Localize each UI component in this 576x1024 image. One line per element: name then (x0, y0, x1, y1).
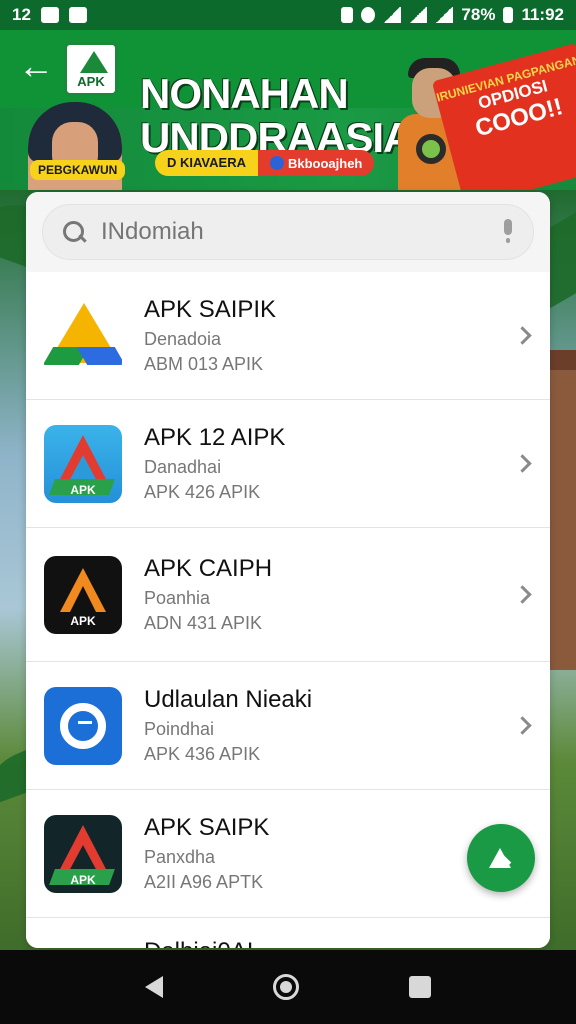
app-name: APK CAIPH (144, 554, 273, 582)
apk-icon-label: APK (70, 613, 96, 628)
status-left: 12 (12, 5, 87, 25)
battery-icon (503, 7, 514, 23)
app-developer: Danadhai (144, 456, 222, 477)
vibrate-icon (341, 7, 354, 23)
list-item[interactable]: APK APK CAIPH Poanhia ADN 431 APIK (26, 528, 550, 662)
chevron-right-icon (516, 326, 530, 346)
search-input[interactable] (101, 218, 487, 246)
app-name: Udlaulan Nieaki (144, 685, 313, 713)
list-item[interactable]: Dalhiai0AI (26, 918, 550, 948)
chevron-right-icon (516, 585, 530, 605)
signal-icon-2 (435, 7, 454, 23)
battery-percent: 78% (461, 5, 496, 24)
list-item-text: APK CAIPH Poanhia ADN 431 APIK (144, 554, 550, 636)
nav-home-icon[interactable] (273, 974, 299, 1000)
alarm-icon (361, 7, 376, 23)
app-meta: ABM 013 APIK (144, 353, 264, 374)
search-icon (61, 219, 87, 245)
search-container (26, 192, 550, 272)
chevron-right-icon (516, 454, 530, 474)
apk-dark-icon: APK (44, 814, 122, 893)
list-item-text: APK SAIPIK Denadoia ABM 013 APIK (144, 295, 550, 377)
list-item-text: Udlaulan Nieaki Poindhai APK 436 APIK (144, 685, 550, 767)
apk-black-icon: APK (44, 555, 122, 634)
list-item-text: Dalhiai0AI (144, 937, 550, 949)
search-bar[interactable] (42, 204, 534, 260)
ring-shape (416, 134, 446, 164)
apk-logo-icon: APK (64, 42, 118, 96)
banner-pill-left: D KIAVAERA (155, 150, 258, 176)
chevron-right-icon (516, 716, 530, 736)
apk-icon-label: APK (70, 482, 96, 497)
nav-back-icon[interactable] (145, 976, 163, 998)
app-name: APK 12 AIPK (144, 423, 286, 451)
list-item[interactable]: Udlaulan Nieaki Poindhai APK 436 APIK (26, 662, 550, 790)
check-badge-icon (269, 156, 284, 170)
apk-blue-icon: APK (44, 424, 122, 503)
list-item[interactable]: APK APK 12 AIPK Danadhai APK 426 APIK (26, 400, 550, 528)
app-meta: ADN 431 APIK (144, 612, 263, 633)
banner-title-line1: NONAHAN (140, 70, 349, 117)
app-meta: APK 426 APIK (144, 481, 261, 502)
clock: 11:92 (521, 5, 564, 24)
status-number: 12 (12, 5, 31, 24)
banner-pill-right-label: Bkbooajheh (287, 155, 363, 171)
status-bar: 12 78% 11:92 (0, 0, 576, 30)
wifi-icon (383, 7, 402, 23)
image-icon (40, 7, 59, 23)
photo-icon (68, 7, 87, 23)
status-right: 78% 11:92 (341, 5, 564, 25)
app-name: APK SAIPIK (144, 295, 277, 323)
fab-button[interactable] (467, 824, 535, 892)
app-developer: Poindhai (144, 718, 215, 739)
app-list-card: APK SAIPIK Denadoia ABM 013 APIK APK APK… (26, 192, 550, 948)
app-meta: APK 436 APIK (144, 743, 261, 764)
app-developer: Poanhia (144, 587, 211, 608)
mic-icon[interactable] (501, 219, 515, 245)
banner-title: NONAHAN UNDDRAASIA (140, 70, 413, 160)
apk-icon-label: APK (70, 872, 96, 887)
ring-icon (44, 686, 122, 765)
banner-tag-left: PEBGKAWUN (30, 160, 126, 180)
app-name: Dalhiai0AI (144, 937, 550, 949)
list-item[interactable]: APK SAIPIK Denadoia ABM 013 APIK (26, 272, 550, 400)
back-arrow-icon[interactable]: ← (14, 46, 58, 90)
banner-pill[interactable]: D KIAVAERA Bkbooajheh (155, 150, 375, 176)
navigation-bar (0, 950, 576, 1024)
drive-icon (44, 296, 122, 375)
signal-icon (409, 7, 428, 23)
banner-pill-right: Bkbooajheh (257, 150, 375, 176)
promo-banner[interactable]: ← APK NONAHAN UNDDRAASIA PEBGKAWUN D KIA… (0, 30, 576, 190)
app-developer: Denadoia (144, 328, 222, 349)
edit-icon (489, 844, 513, 872)
apk-logo-label: APK (77, 74, 105, 89)
list-item-text: APK 12 AIPK Danadhai APK 426 APIK (144, 423, 550, 505)
nav-recents-icon[interactable] (409, 976, 431, 998)
